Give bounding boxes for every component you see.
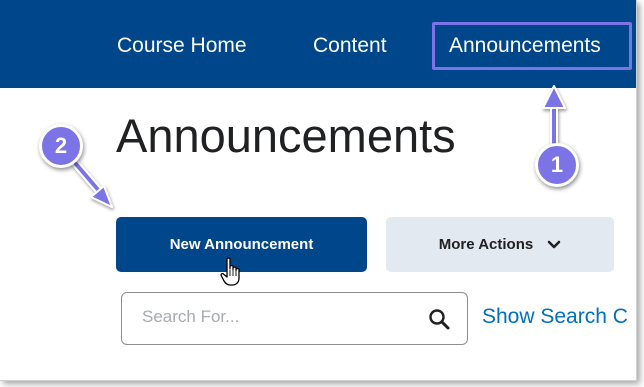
show-search-options-link[interactable]: Show Search C bbox=[482, 304, 628, 330]
nav-item-content[interactable]: Content bbox=[313, 33, 387, 59]
page-title: Announcements bbox=[116, 109, 456, 162]
callout-badge-2: 2 bbox=[39, 124, 83, 168]
page-frame: Course Home Content Announcements Announ… bbox=[0, 0, 637, 381]
search-input[interactable] bbox=[142, 307, 402, 327]
more-actions-button[interactable]: More Actions bbox=[386, 217, 614, 272]
search-icon[interactable] bbox=[427, 307, 451, 331]
callout-badge-1: 1 bbox=[535, 143, 579, 187]
nav-item-course-home[interactable]: Course Home bbox=[117, 33, 247, 59]
hand-pointer-icon bbox=[220, 257, 240, 286]
chevron-down-icon bbox=[547, 240, 561, 248]
course-navbar: Course Home Content Announcements bbox=[0, 0, 636, 88]
more-actions-button-label: More Actions bbox=[438, 236, 534, 253]
new-announcement-button-label: New Announcement bbox=[169, 236, 314, 253]
nav-item-announcements[interactable]: Announcements bbox=[449, 33, 601, 59]
search-field[interactable] bbox=[121, 292, 468, 345]
